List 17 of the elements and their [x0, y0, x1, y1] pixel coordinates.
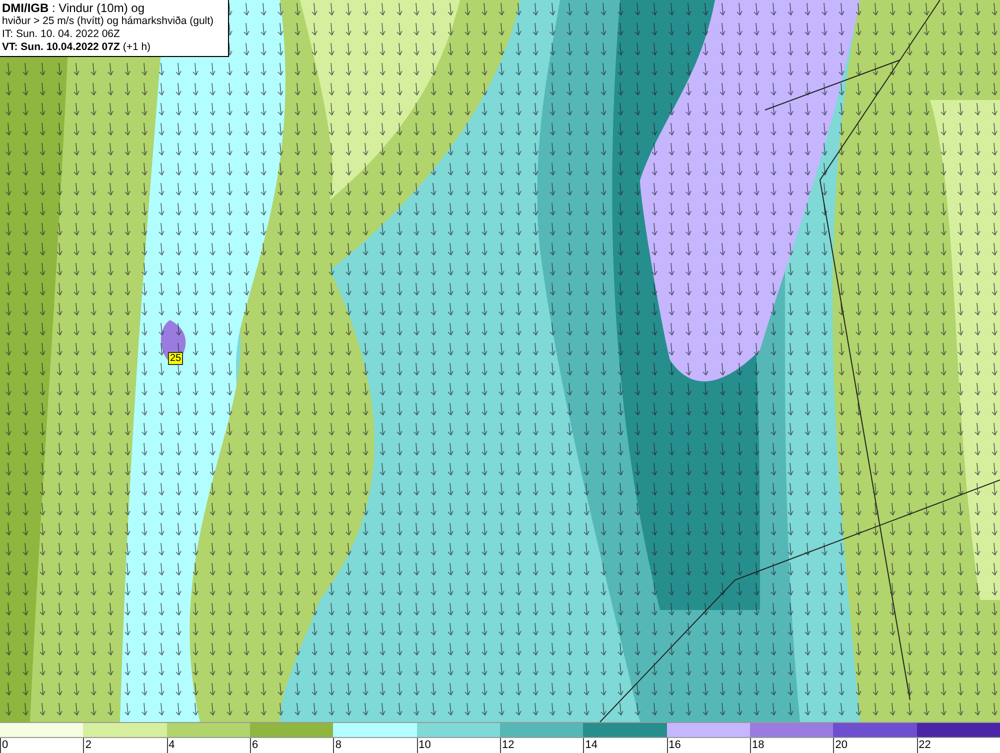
- tick-label: 8: [335, 739, 342, 751]
- tick-label: 22: [918, 739, 931, 751]
- tick-label: 6: [252, 739, 258, 751]
- tick-label: 0: [2, 739, 8, 751]
- info-text: DMI/IGB : Vindur (10m) og: [2, 2, 146, 15]
- tick-label: 20: [835, 739, 848, 751]
- info-text: IT: Sun. 10. 04. 2022 06Z: [2, 28, 121, 41]
- tick-label: 12: [502, 739, 514, 751]
- tick-label: 4: [168, 739, 175, 751]
- tick-label: 16: [668, 739, 681, 751]
- info-text: VT: Sun. 10.04.2022 07Z (+1 h): [2, 41, 152, 54]
- tick-label: 14: [585, 739, 598, 751]
- gust-label: 25: [168, 352, 184, 365]
- tick-label: 10: [418, 739, 431, 751]
- tick-label: 2: [85, 739, 92, 751]
- tick-label: 18: [752, 739, 764, 751]
- info-text: hviður > 25 m/s (hvítt) og hámarkshviða (gult): [2, 15, 215, 28]
